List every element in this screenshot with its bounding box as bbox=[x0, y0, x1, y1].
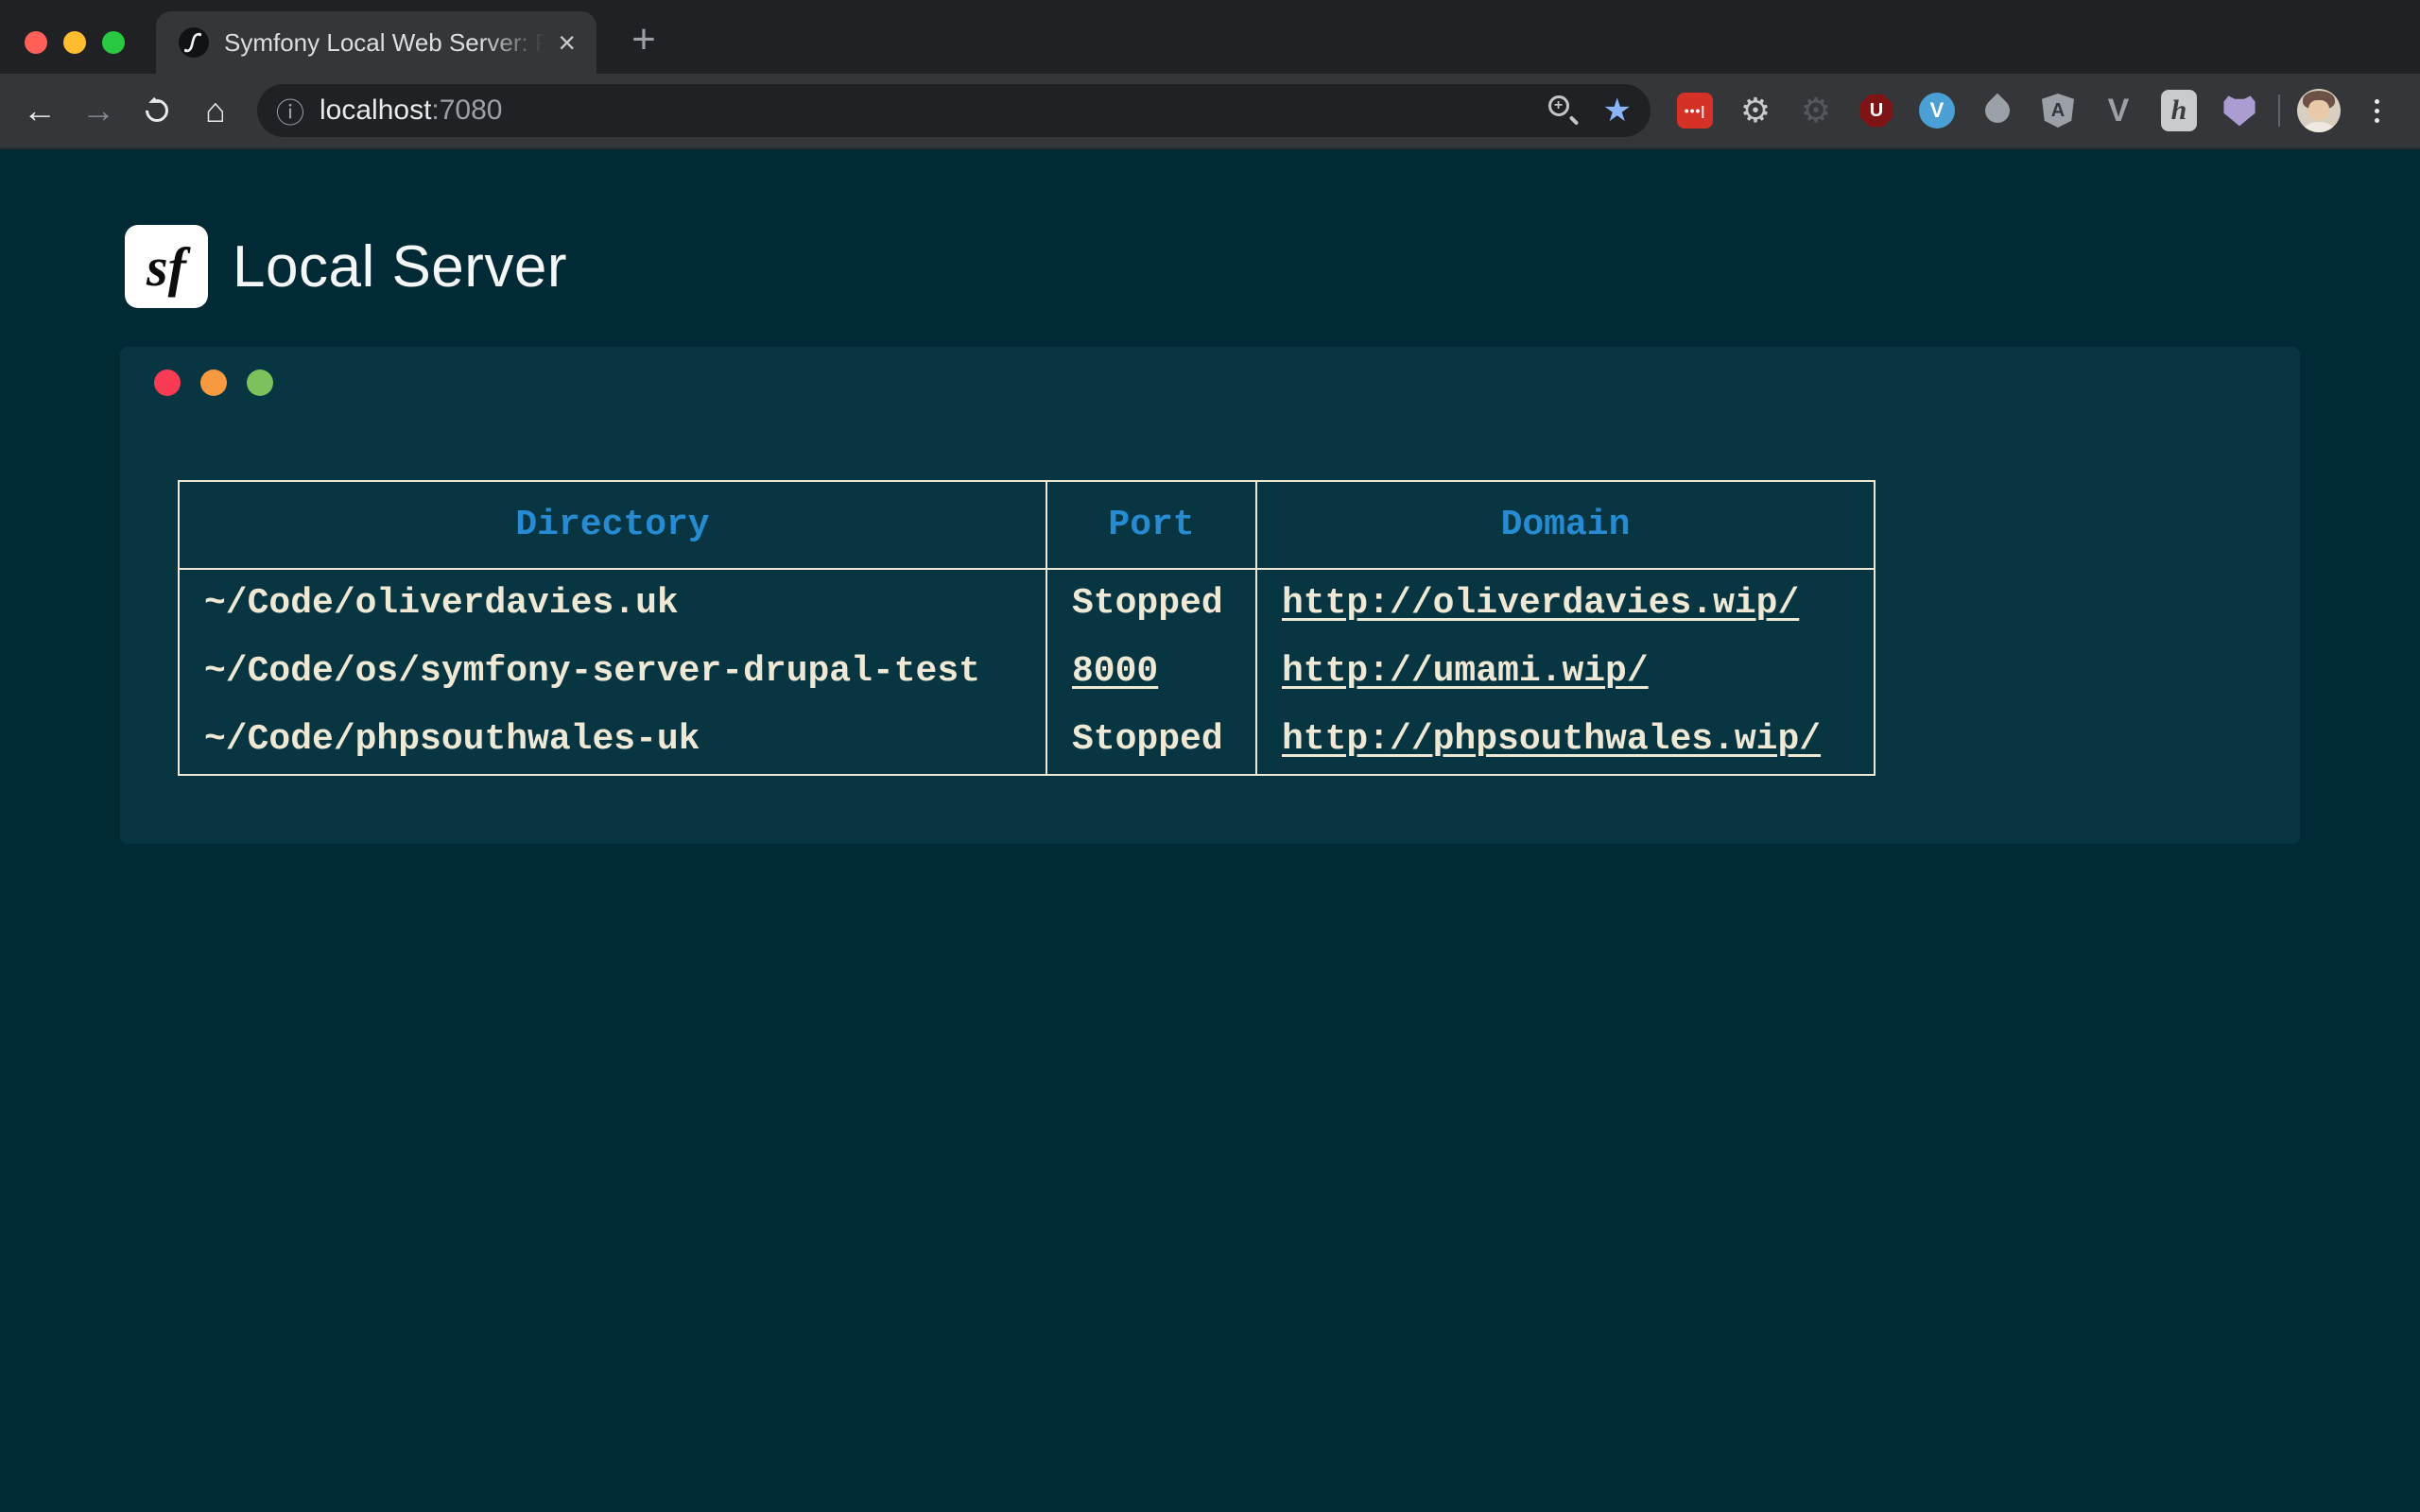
panel-traffic-lights bbox=[120, 347, 2300, 396]
server-panel: Directory Port Domain ~/Code/oliverdavie… bbox=[120, 347, 2300, 844]
browser-tab[interactable]: Symfony Local Web Server: Prox × bbox=[156, 11, 596, 74]
password-manager-extension-icon[interactable]: •••| bbox=[1673, 89, 1717, 132]
domain-cell: http://umami.wip/ bbox=[1256, 638, 1875, 706]
bookmark-star-icon[interactable]: ★ bbox=[1603, 94, 1632, 127]
port-cell: Stopped bbox=[1046, 569, 1256, 638]
new-tab-button[interactable]: + bbox=[619, 15, 668, 64]
forward-icon[interactable]: → bbox=[76, 88, 121, 133]
url-text: localhost:7080 bbox=[320, 94, 502, 127]
port-cell: 8000 bbox=[1046, 638, 1256, 706]
domain-link[interactable]: http://oliverdavies.wip/ bbox=[1282, 583, 1799, 624]
url-port: :7080 bbox=[431, 94, 502, 126]
header-directory: Directory bbox=[179, 481, 1046, 569]
directory-cell: ~/Code/os/symfony-server-drupal-test bbox=[179, 638, 1046, 706]
home-icon[interactable]: ⌂ bbox=[193, 88, 238, 133]
url-host: localhost bbox=[320, 94, 431, 126]
directory-cell: ~/Code/phpsouthwales-uk bbox=[179, 706, 1046, 775]
domain-cell: http://oliverdavies.wip/ bbox=[1256, 569, 1875, 638]
zoom-icon[interactable]: + bbox=[1548, 95, 1579, 126]
angular-extension-icon[interactable]: A bbox=[2036, 89, 2080, 132]
window-zoom-button[interactable] bbox=[102, 31, 125, 54]
window-close-button[interactable] bbox=[25, 31, 47, 54]
ublock-origin-extension-icon[interactable]: U bbox=[1855, 89, 1898, 132]
github-extension-icon[interactable] bbox=[2218, 89, 2261, 132]
servers-table: Directory Port Domain ~/Code/oliverdavie… bbox=[178, 480, 1876, 776]
browser-menu-icon[interactable] bbox=[2358, 99, 2395, 123]
header-port: Port bbox=[1046, 481, 1256, 569]
port-link[interactable]: 8000 bbox=[1072, 651, 1158, 692]
tab-title: Symfony Local Web Server: Prox bbox=[224, 28, 554, 58]
page-content: sf Local Server Directory Port Domain bbox=[0, 149, 2420, 1510]
symfony-logo: sf bbox=[125, 225, 208, 308]
port-cell: Stopped bbox=[1046, 706, 1256, 775]
profile-avatar[interactable] bbox=[2297, 89, 2341, 132]
symfony-favicon-icon bbox=[179, 27, 209, 58]
domain-link[interactable]: http://umami.wip/ bbox=[1282, 651, 1649, 692]
browser-window: Symfony Local Web Server: Prox × + ← → ⌂… bbox=[0, 0, 2420, 1510]
panel-red-light-icon bbox=[154, 369, 181, 396]
tab-strip: Symfony Local Web Server: Prox × + bbox=[0, 0, 2420, 74]
vue-extension-icon[interactable]: V bbox=[2097, 89, 2140, 132]
script-h-extension-icon[interactable]: h bbox=[2157, 89, 2201, 132]
panel-green-light-icon bbox=[247, 369, 273, 396]
extensions-row: •••| ⚙ ⚙ U V A V h bbox=[1673, 89, 2261, 132]
table-row: ~/Code/phpsouthwales-uk Stopped http://p… bbox=[179, 706, 1875, 775]
back-icon[interactable]: ← bbox=[17, 88, 62, 133]
directory-cell: ~/Code/oliverdavies.uk bbox=[179, 569, 1046, 638]
toolbar-separator bbox=[2278, 94, 2280, 127]
vimium-extension-icon[interactable]: V bbox=[1915, 89, 1959, 132]
table-row: ~/Code/oliverdavies.uk Stopped http://ol… bbox=[179, 569, 1875, 638]
drupal-extension-icon[interactable] bbox=[1976, 89, 2019, 132]
gear-extension-icon[interactable]: ⚙ bbox=[1734, 89, 1777, 132]
page-title: Local Server bbox=[233, 233, 567, 301]
table-header-row: Directory Port Domain bbox=[179, 481, 1875, 569]
window-controls bbox=[25, 31, 125, 54]
reload-icon[interactable] bbox=[134, 88, 180, 133]
table-row: ~/Code/os/symfony-server-drupal-test 800… bbox=[179, 638, 1875, 706]
address-bar[interactable]: ⓘ localhost:7080 + ★ bbox=[257, 84, 1651, 137]
window-minimize-button[interactable] bbox=[63, 31, 86, 54]
dark-gear-extension-icon[interactable]: ⚙ bbox=[1794, 89, 1838, 132]
header-domain: Domain bbox=[1256, 481, 1875, 569]
browser-toolbar: ← → ⌂ ⓘ localhost:7080 + ★ •••| ⚙ ⚙ U V … bbox=[0, 74, 2420, 149]
domain-link[interactable]: http://phpsouthwales.wip/ bbox=[1282, 719, 1821, 760]
site-info-icon[interactable]: ⓘ bbox=[276, 90, 304, 131]
panel-orange-light-icon bbox=[200, 369, 227, 396]
domain-cell: http://phpsouthwales.wip/ bbox=[1256, 706, 1875, 775]
tab-close-icon[interactable]: × bbox=[554, 27, 579, 58]
page-header: sf Local Server bbox=[0, 149, 2420, 308]
